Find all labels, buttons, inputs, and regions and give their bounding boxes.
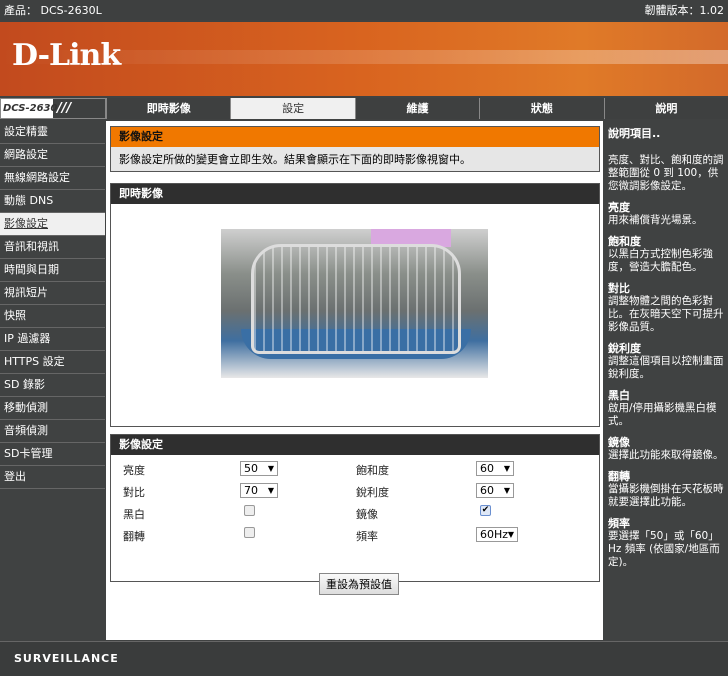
reset-defaults-button[interactable]: 重設為預設值 — [319, 573, 399, 595]
sidebar-item[interactable]: 音訊和視訊 — [0, 236, 105, 259]
dropdown-arrow-icon: ▼ — [507, 530, 514, 539]
help-item-heading: 對比 — [608, 282, 630, 295]
contrast-select[interactable]: 70 ▼ — [240, 483, 278, 498]
model-badge: DCS-2630L — [0, 98, 106, 119]
help-item-text: 調整物體之間的色彩對比。在灰暗天空下可提升影像品質。 — [608, 295, 724, 333]
tab-setup[interactable]: 設定 — [230, 98, 355, 119]
mirror-checkbox[interactable]: ✔ — [480, 505, 491, 516]
contrast-label: 對比 — [123, 486, 145, 499]
footer-brand: SURVEILLANCE — [0, 641, 728, 676]
bw-checkbox[interactable] — [244, 505, 255, 516]
saturation-value: 60 — [480, 462, 494, 475]
intro-text: 影像設定所做的變更會立即生效。結果會顯示在下面的即時影像視窗中。 — [111, 147, 599, 171]
flip-checkbox[interactable] — [244, 527, 255, 538]
product-label: 產品： DCS-2630L — [4, 4, 102, 17]
sidebar-item[interactable]: 快照 — [0, 305, 105, 328]
sharpness-value: 60 — [480, 484, 494, 497]
brightness-label: 亮度 — [123, 464, 145, 477]
help-item-heading: 翻轉 — [608, 470, 630, 483]
help-item-text: 用來補償背光場景。 — [608, 214, 703, 226]
contrast-value: 70 — [244, 484, 258, 497]
dropdown-arrow-icon: ▼ — [503, 486, 510, 495]
frequency-label: 頻率 — [356, 530, 378, 543]
sidebar-item[interactable]: 音頻偵測 — [0, 420, 105, 443]
help-item-heading: 鏡像 — [608, 436, 630, 449]
sidebar-item[interactable]: 設定精靈 — [0, 121, 105, 144]
brightness-select[interactable]: 50 ▼ — [240, 461, 278, 476]
help-item-heading: 黑白 — [608, 389, 630, 402]
help-title: 說明項目.. — [608, 127, 661, 140]
dlink-logo: D-Link — [12, 38, 121, 73]
sidebar: 設定精靈 網路設定 無線網路設定 動態 DNS 影像設定 音訊和視訊 時間與日期 視訊短片 快照… — [0, 121, 105, 639]
saturation-select[interactable]: 60 ▼ — [476, 461, 514, 476]
tab-live-video[interactable]: 即時影像 — [106, 98, 230, 119]
sharpness-select[interactable]: 60 ▼ — [476, 483, 514, 498]
help-item-heading: 亮度 — [608, 201, 630, 214]
help-item-text: 啟用/停用攝影機黑白模式。 — [608, 402, 717, 427]
frequency-select[interactable]: 60Hz ▼ — [476, 527, 518, 542]
intro-panel: 影像設定 影像設定所做的變更會立即生效。結果會顯示在下面的即時影像視窗中。 — [110, 126, 600, 172]
image-settings-title: 影像設定 — [111, 435, 599, 455]
sidebar-item[interactable]: SD 錄影 — [0, 374, 105, 397]
live-video-panel: 即時影像 — [110, 183, 600, 427]
sharpness-label: 銳利度 — [356, 486, 389, 499]
flip-label: 翻轉 — [123, 530, 145, 543]
tab-status[interactable]: 狀態 — [479, 98, 603, 119]
live-video-title: 即時影像 — [111, 184, 599, 204]
sidebar-item[interactable]: 無線網路設定 — [0, 167, 105, 190]
sidebar-item[interactable]: IP 過濾器 — [0, 328, 105, 351]
dropdown-arrow-icon: ▼ — [267, 464, 274, 473]
sidebar-item[interactable]: 視訊短片 — [0, 282, 105, 305]
dropdown-arrow-icon: ▼ — [503, 464, 510, 473]
help-item-text: 要選擇「50」或「60」Hz 頻率 (依國家/地區而定)。 — [608, 530, 720, 568]
sidebar-item[interactable]: 影像設定 — [0, 213, 105, 236]
brightness-value: 50 — [244, 462, 258, 475]
intro-title: 影像設定 — [111, 127, 599, 147]
sidebar-item[interactable]: 時間與日期 — [0, 259, 105, 282]
help-intro: 亮度、對比、飽和度的調整範圍從 0 到 100，供您微調影像設定。 — [608, 154, 724, 192]
sidebar-item[interactable]: 登出 — [0, 466, 105, 489]
sidebar-item[interactable]: 動態 DNS — [0, 190, 105, 213]
firmware-label: 韌體版本：1.02 — [644, 4, 725, 17]
sidebar-item[interactable]: SD卡管理 — [0, 443, 105, 466]
main-tabs: DCS-2630L 即時影像 設定 維護 狀態 說明 — [0, 98, 728, 119]
sidebar-item[interactable]: 網路設定 — [0, 144, 105, 167]
tab-help[interactable]: 說明 — [603, 98, 728, 119]
bw-label: 黑白 — [123, 508, 145, 521]
main-content: 影像設定 影像設定所做的變更會立即生效。結果會顯示在下面的即時影像視窗中。 即時… — [106, 121, 603, 640]
help-item-text: 調整這個項目以控制畫面銳利度。 — [608, 355, 724, 380]
help-item-text: 當攝影機倒掛在天花板時就要選擇此功能。 — [608, 483, 724, 508]
help-item-heading: 銳利度 — [608, 342, 641, 355]
live-video-feed — [221, 229, 488, 378]
help-item-text: 以黑白方式控制色彩強度，營造大膽配色。 — [608, 248, 713, 273]
sidebar-item[interactable]: 移動偵測 — [0, 397, 105, 420]
saturation-label: 飽和度 — [356, 464, 389, 477]
help-item-text: 選擇此功能來取得鏡像。 — [608, 449, 724, 461]
image-settings-panel: 影像設定 亮度 50 ▼ 飽和度 60 ▼ 對比 70 ▼ 銳利度 60 ▼ 黑白 鏡像… — [110, 434, 600, 595]
tab-maintenance[interactable]: 維護 — [354, 98, 479, 119]
help-panel: 說明項目.. 亮度、對比、飽和度的調整範圍從 0 到 100，供您微調影像設定。… — [604, 121, 728, 640]
frequency-value: 60Hz — [480, 528, 509, 541]
banner: D-Link — [0, 22, 728, 96]
sidebar-item[interactable]: HTTPS 設定 — [0, 351, 105, 374]
top-bar: 產品： DCS-2630L 韌體版本：1.02 — [0, 0, 728, 20]
dropdown-arrow-icon: ▼ — [267, 486, 274, 495]
help-item-heading: 飽和度 — [608, 235, 641, 248]
help-item-heading: 頻率 — [608, 517, 630, 530]
mirror-label: 鏡像 — [356, 508, 378, 521]
